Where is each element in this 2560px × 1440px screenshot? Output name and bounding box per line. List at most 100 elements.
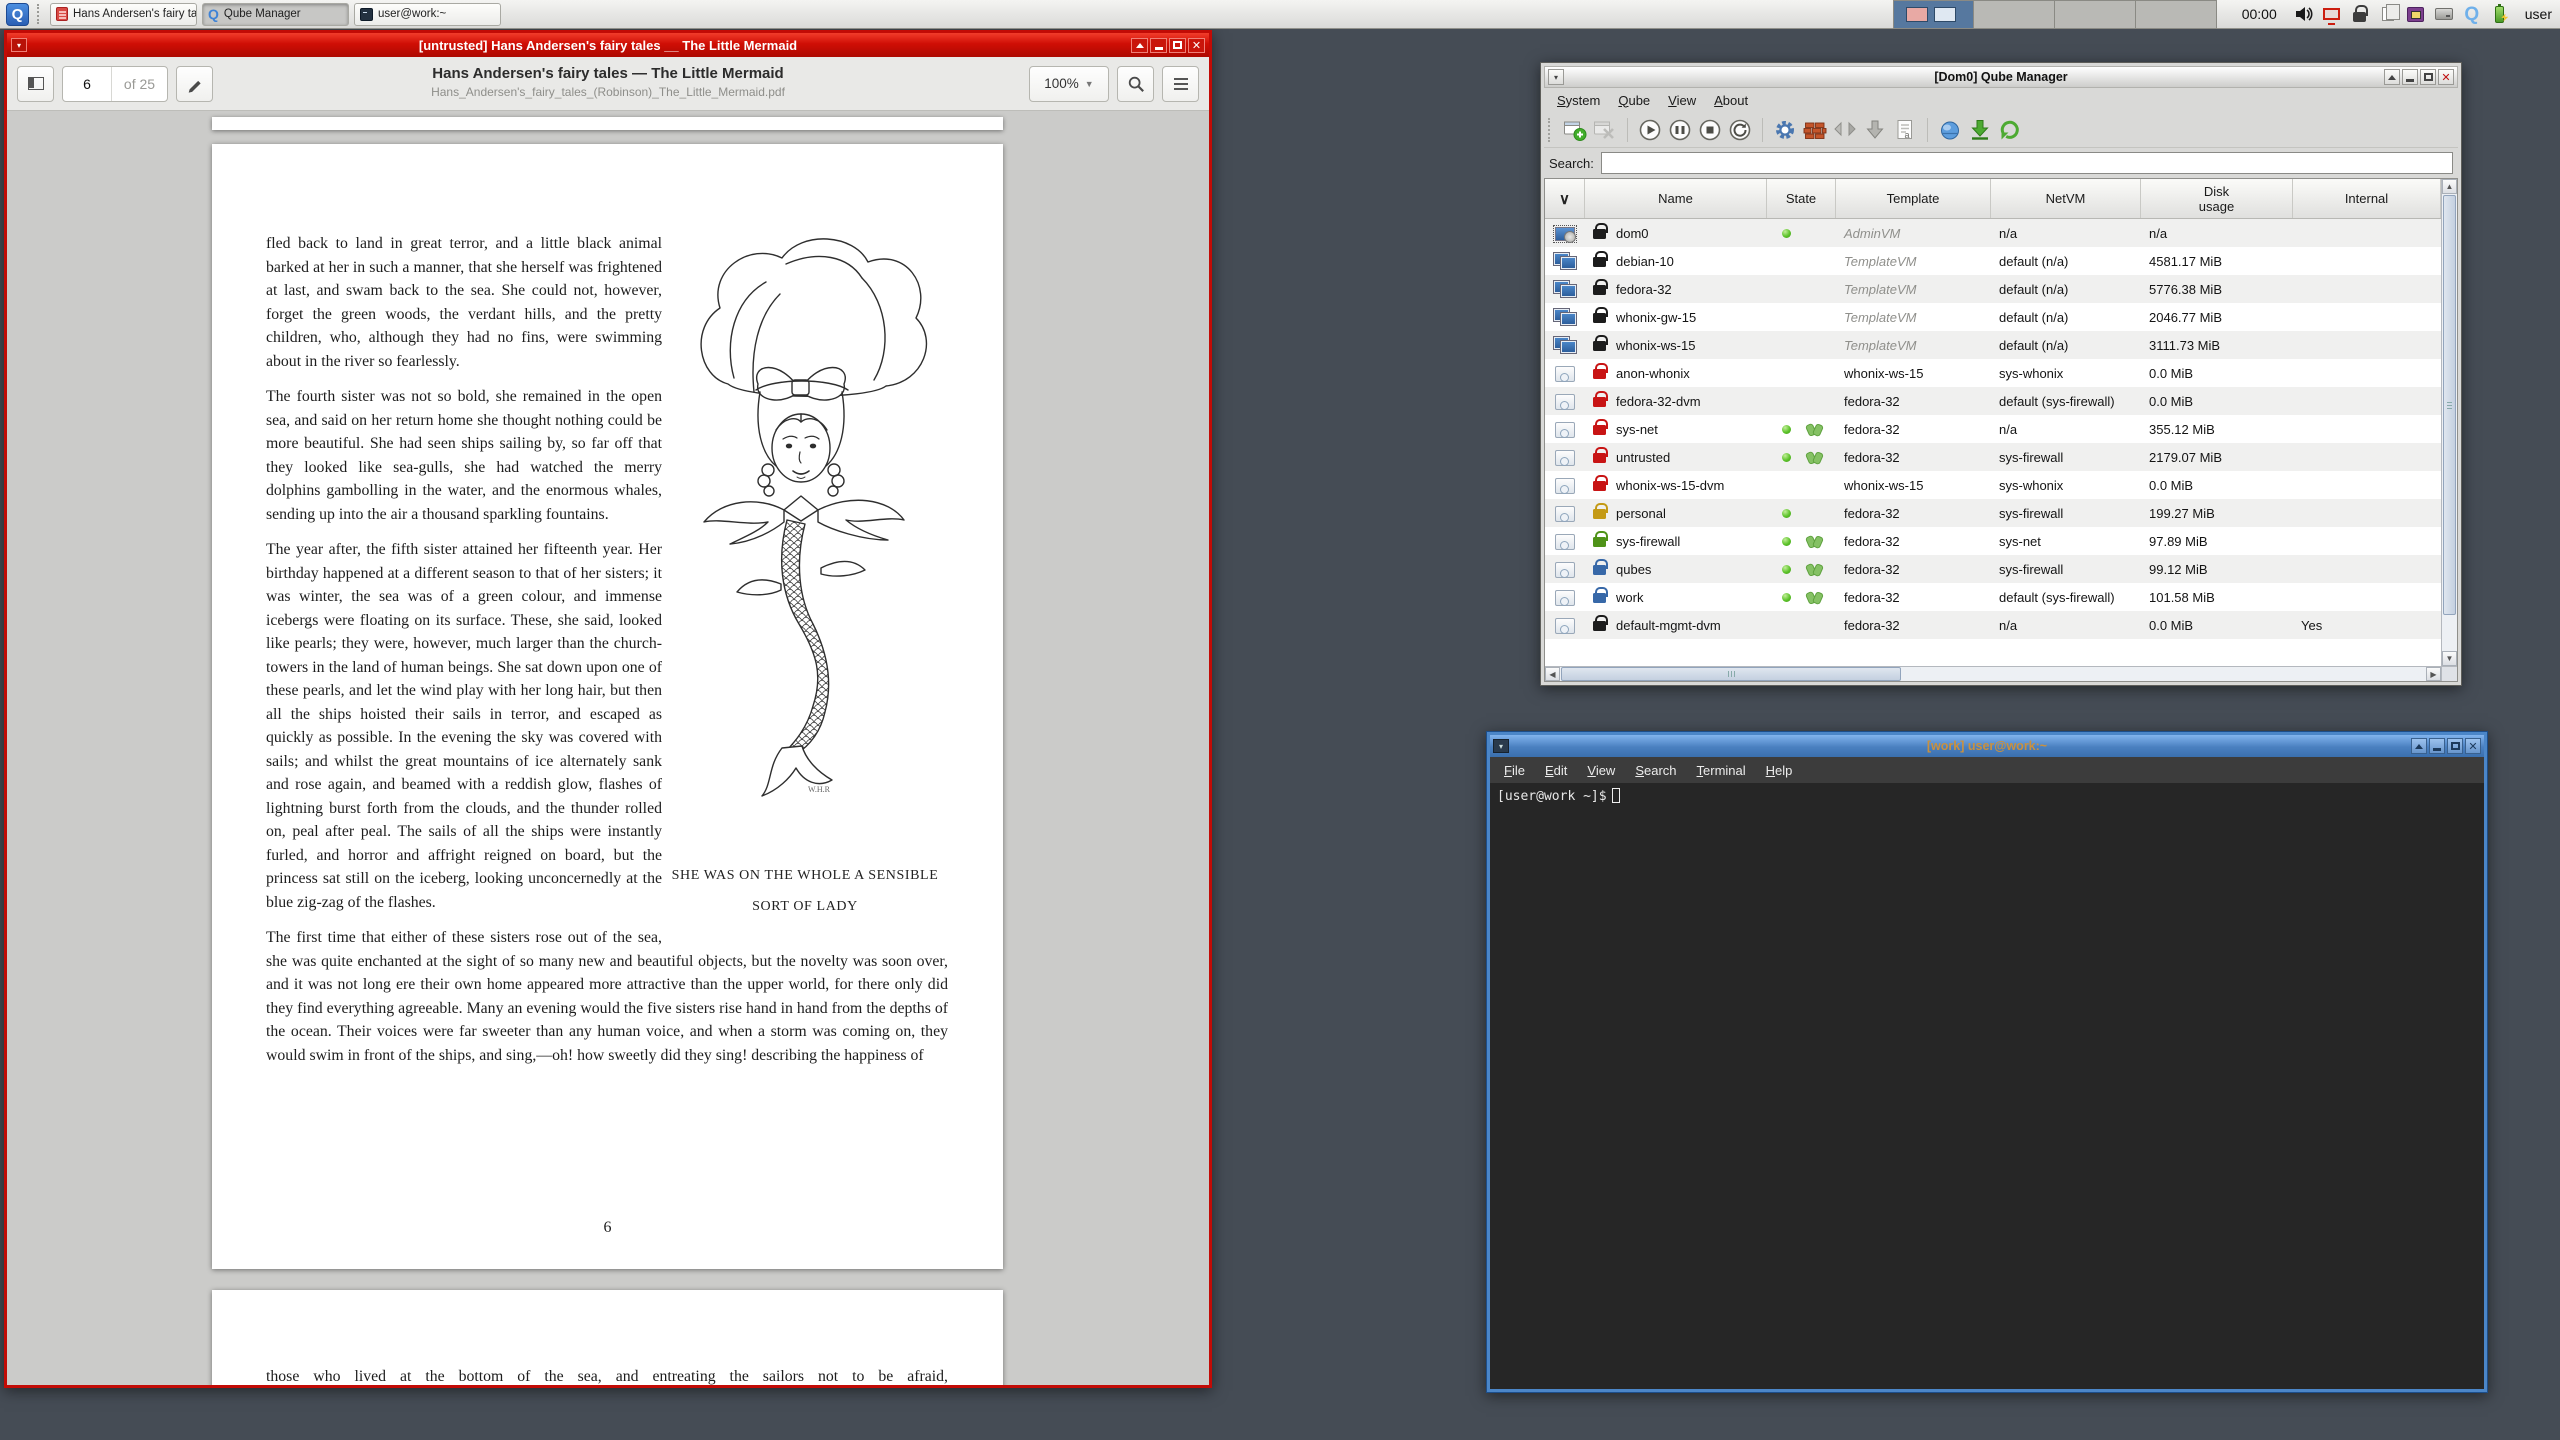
sidebar-toggle-button[interactable] — [17, 66, 54, 102]
qube-row[interactable]: personal fedora-32 sys-firewall 199.27 M… — [1545, 499, 2441, 527]
scroll-up-arrow[interactable]: ▲ — [2442, 179, 2457, 194]
qubes-app-menu-button[interactable]: Q — [6, 3, 29, 26]
workspace-3[interactable] — [2055, 0, 2136, 29]
horizontal-scrollbar[interactable]: ◀ ▶ — [1545, 666, 2441, 681]
qubes-icon[interactable]: Q — [2460, 2, 2484, 26]
qube-settings-button[interactable] — [1772, 117, 1798, 143]
taskbar-item-terminal[interactable]: user@work:~ — [354, 3, 501, 26]
qube-row[interactable]: qubes fedora-32 sys-firewall 99.12 MiB — [1545, 555, 2441, 583]
qube-row[interactable]: dom0 AdminVM n/a n/a — [1545, 219, 2441, 247]
close-button[interactable]: ✕ — [2438, 69, 2454, 85]
qube-row[interactable]: sys-firewall fedora-32 sys-net 97.89 MiB — [1545, 527, 2441, 555]
qube-row[interactable]: untrusted fedora-32 sys-firewall 2179.07… — [1545, 443, 2441, 471]
shade-button[interactable] — [2411, 738, 2427, 754]
maximize-button[interactable] — [2420, 69, 2436, 85]
terminal-titlebar[interactable]: ▾ [work] user@work:~ ✕ — [1490, 735, 2484, 757]
clipboard-icon[interactable] — [2376, 2, 2400, 26]
menu-view[interactable]: View — [1577, 760, 1625, 781]
global-settings-button[interactable] — [1937, 117, 1963, 143]
workspace-1[interactable] — [1893, 0, 1974, 29]
pdf-window-titlebar[interactable]: ▾ [untrusted] Hans Andersen's fairy tale… — [7, 33, 1209, 57]
taskbar-item-pdf[interactable]: Hans Andersen's fairy ta... — [50, 3, 197, 26]
close-button[interactable]: ✕ — [1188, 38, 1205, 53]
volume-icon[interactable] — [2292, 2, 2316, 26]
menu-qube[interactable]: Qube — [1609, 91, 1659, 110]
qube-row[interactable]: whonix-ws-15 TemplateVM default (n/a) 31… — [1545, 331, 2441, 359]
expand-column-header[interactable]: ∨ — [1545, 179, 1585, 218]
chevron-down-icon: ▼ — [1085, 79, 1094, 89]
search-button[interactable] — [1117, 66, 1154, 102]
menu-terminal[interactable]: Terminal — [1687, 760, 1756, 781]
qube-row[interactable]: sys-net fedora-32 n/a 355.12 MiB — [1545, 415, 2441, 443]
firewall-rules-button[interactable] — [1802, 117, 1828, 143]
shade-button[interactable] — [1131, 38, 1148, 53]
page-number: 6 — [212, 1219, 1003, 1237]
workspace-4[interactable] — [2136, 0, 2217, 29]
scroll-right-arrow[interactable]: ▶ — [2426, 667, 2441, 681]
disk-icon[interactable] — [2432, 2, 2456, 26]
qube-row[interactable]: whonix-gw-15 TemplateVM default (n/a) 20… — [1545, 303, 2441, 331]
zoom-level-dropdown[interactable]: 100%▼ — [1029, 66, 1109, 102]
workspace-2[interactable] — [1974, 0, 2055, 29]
qube-row[interactable]: fedora-32 TemplateVM default (n/a) 5776.… — [1545, 275, 2441, 303]
qube-row[interactable]: fedora-32-dvm fedora-32 default (sys-fir… — [1545, 387, 2441, 415]
scroll-down-arrow[interactable]: ▼ — [2442, 651, 2457, 666]
search-input[interactable] — [1601, 152, 2453, 174]
menu-view[interactable]: View — [1659, 91, 1705, 110]
clone-qube-button[interactable] — [1832, 117, 1858, 143]
pause-qube-button[interactable] — [1667, 117, 1693, 143]
minimize-button[interactable] — [1150, 38, 1167, 53]
qube-row[interactable]: whonix-ws-15-dvm whonix-ws-15 sys-whonix… — [1545, 471, 2441, 499]
column-header-state[interactable]: State — [1767, 179, 1836, 218]
scrollbar-handle[interactable] — [1561, 667, 1901, 681]
menu-help[interactable]: Help — [1756, 760, 1803, 781]
menu-file[interactable]: File — [1494, 760, 1535, 781]
column-header-template[interactable]: Template — [1836, 179, 1991, 218]
battery-icon[interactable] — [2488, 2, 2512, 26]
column-header-internal[interactable]: Internal — [2293, 179, 2441, 218]
window-menu-icon[interactable]: ▾ — [1493, 739, 1509, 753]
page-number-input[interactable]: 6 — [63, 76, 111, 92]
shutdown-qube-button[interactable] — [1697, 117, 1723, 143]
page-number-box[interactable]: 6 of 25 — [62, 66, 168, 102]
column-header-netvm[interactable]: NetVM — [1991, 179, 2141, 218]
qube-row[interactable]: work fedora-32 default (sys-firewall) 10… — [1545, 583, 2441, 611]
qube-logs-button[interactable]: a — [1892, 117, 1918, 143]
backup-qubes-button[interactable] — [1967, 117, 1993, 143]
menu-button[interactable] — [1162, 66, 1199, 102]
restart-qube-button[interactable] — [1727, 117, 1753, 143]
menu-about[interactable]: About — [1705, 91, 1757, 110]
update-qube-button[interactable] — [1862, 117, 1888, 143]
qube-row[interactable]: default-mgmt-dvm fedora-32 n/a 0.0 MiB Y… — [1545, 611, 2441, 639]
window-menu-icon[interactable]: ▾ — [1548, 69, 1564, 85]
window-menu-icon[interactable]: ▾ — [11, 38, 27, 52]
maximize-button[interactable] — [1169, 38, 1186, 53]
scrollbar-handle[interactable] — [2443, 195, 2456, 615]
menu-edit[interactable]: Edit — [1535, 760, 1577, 781]
maximize-button[interactable] — [2447, 738, 2463, 754]
scroll-left-arrow[interactable]: ◀ — [1545, 667, 1560, 681]
annotate-button[interactable] — [176, 66, 213, 102]
qube-manager-titlebar[interactable]: ▾ [Dom0] Qube Manager ✕ — [1544, 66, 2458, 88]
untrusted-display-icon[interactable] — [2320, 2, 2344, 26]
menu-system[interactable]: System — [1548, 91, 1609, 110]
taskbar-item-qube-manager[interactable]: Q Qube Manager — [202, 3, 349, 26]
restore-backup-button[interactable] — [1997, 117, 2023, 143]
terminal-screen[interactable]: [user@work ~]$ — [1490, 783, 2484, 1389]
column-header-disk-usage[interactable]: Disk usage — [2141, 179, 2293, 218]
qube-row[interactable]: anon-whonix whonix-ws-15 sys-whonix 0.0 … — [1545, 359, 2441, 387]
start-qube-button[interactable] — [1637, 117, 1663, 143]
close-button[interactable]: ✕ — [2465, 738, 2481, 754]
remove-qube-button[interactable] — [1592, 117, 1618, 143]
devices-icon[interactable] — [2404, 2, 2428, 26]
menu-search[interactable]: Search — [1625, 760, 1686, 781]
new-qube-button[interactable] — [1562, 117, 1588, 143]
minimize-button[interactable] — [2402, 69, 2418, 85]
minimize-button[interactable] — [2429, 738, 2445, 754]
keyring-icon[interactable] — [2348, 2, 2372, 26]
vertical-scrollbar[interactable]: ▲ ▼ — [2441, 179, 2457, 666]
pdf-content-area[interactable]: W.H.R SHE WAS ON THE WHOLE A SENSIBLE SO… — [7, 111, 1209, 1385]
column-header-name[interactable]: Name — [1585, 179, 1767, 218]
qube-row[interactable]: debian-10 TemplateVM default (n/a) 4581.… — [1545, 247, 2441, 275]
shade-button[interactable] — [2384, 69, 2400, 85]
